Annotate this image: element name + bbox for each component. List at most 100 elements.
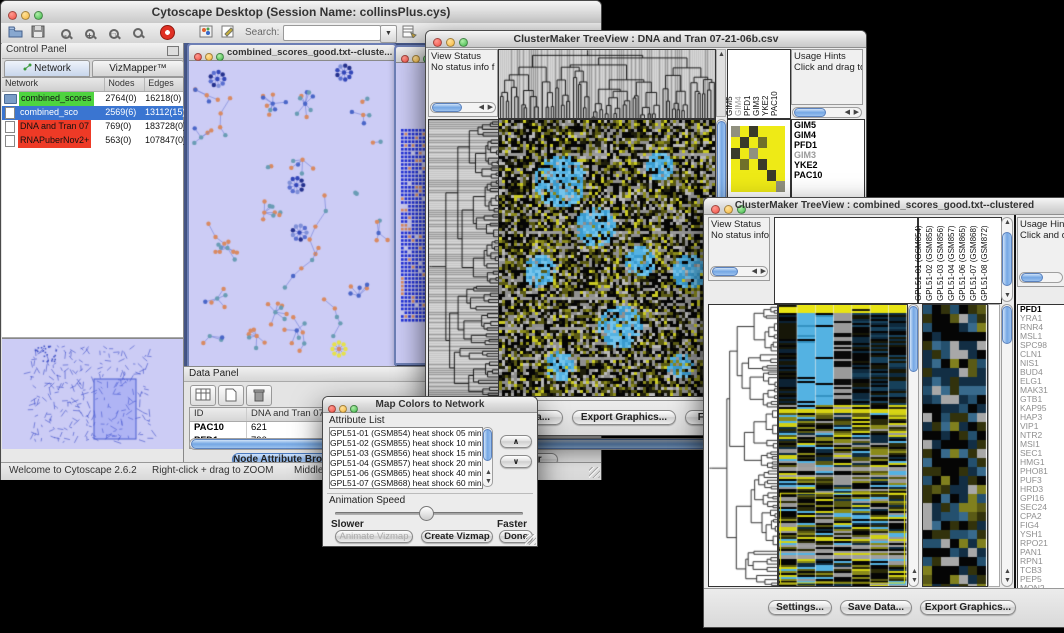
tv1-col-label[interactable]: YKE2 — [761, 96, 770, 116]
main-titlebar[interactable]: Cytoscape Desktop (Session Name: collins… — [1, 1, 601, 24]
network-name: combined_sco — [18, 106, 80, 120]
tv2-gene-list[interactable]: PFD1YRA1RNR4MSL1SPC98CLN1NIS1BUD4ELG1MAK… — [1017, 304, 1064, 589]
tv1-column-dendrogram[interactable] — [498, 49, 716, 119]
network1-titlebar[interactable]: combined_scores_good.txt--cluste... — [189, 45, 395, 61]
tv2-col-label[interactable]: GPL51-02 (GSM855) — [925, 225, 934, 301]
open-session-icon[interactable] — [7, 25, 24, 40]
zoom-out-icon[interactable]: - — [57, 25, 74, 40]
attribute-list-scrollbar[interactable]: ▲ ▼ — [482, 427, 493, 487]
tv1-zoom-cell — [749, 181, 758, 192]
tv1-status-hscrollbar[interactable]: ◀ ▶ — [430, 102, 496, 113]
treeview2-titlebar[interactable]: ClusterMaker TreeView : combined_scores_… — [704, 198, 1064, 215]
attribute-list-item[interactable]: GPL51-07 (GSM868) heat shock 60 min — [330, 478, 482, 488]
tv2-top-vscrollbar[interactable]: ▲ ▼ — [1001, 217, 1013, 302]
tv1-row-label[interactable]: PAC10 — [792, 170, 864, 180]
tv1-row-dendrogram[interactable] — [428, 119, 499, 397]
tv2-col-label[interactable]: GPL51-04 (GSM857) — [947, 225, 956, 301]
minimize-button[interactable] — [412, 55, 420, 63]
attribute-list-item[interactable]: GPL51-04 (GSM857) heat shock 20 min — [330, 458, 482, 468]
desktop: Cytoscape Desktop (Session Name: collins… — [0, 0, 1064, 633]
tv1-heatmap[interactable] — [498, 119, 716, 397]
tv1-row-label[interactable]: GIM4 — [792, 130, 864, 140]
search-input[interactable] — [283, 25, 381, 41]
tv1-col-label[interactable]: PFD1 — [743, 96, 752, 116]
tv2-col-label[interactable]: GPL51-06 (GSM865) — [958, 225, 967, 301]
tv1-zoom-cell — [731, 126, 740, 137]
attribute-select-icon[interactable] — [190, 385, 216, 406]
help-lifering-icon[interactable] — [159, 25, 176, 40]
tv2-save-data-button[interactable]: Save Data... — [840, 600, 912, 615]
treeview1-title: ClusterMaker TreeView : DNA and Tran 07-… — [426, 33, 866, 45]
tv2-list-vscrollbar[interactable]: ▲ ▼ — [1001, 304, 1013, 587]
tv1-col-label[interactable]: PAC10 — [770, 91, 779, 116]
tv2-heatmap[interactable] — [778, 304, 908, 587]
network-table-row[interactable]: RNAPuberNov2+563(0)107847(0) — [2, 134, 183, 148]
float-panel-icon[interactable] — [167, 46, 179, 56]
tv2-column-dendrogram-area[interactable] — [774, 217, 918, 304]
tv2-main-vscrollbar[interactable]: ▲ ▼ — [908, 304, 919, 587]
tv2-col-label[interactable]: GPL51-08 (GSM872) — [980, 225, 989, 301]
zoom-button[interactable] — [216, 53, 224, 61]
treeview1-titlebar[interactable]: ClusterMaker TreeView : DNA and Tran 07-… — [426, 31, 866, 48]
zoom-selected-icon[interactable] — [129, 25, 146, 40]
tv2-hints-hscrollbar[interactable] — [1019, 272, 1063, 283]
network-table-row[interactable]: combined_sco2569(6)13112(15) — [2, 106, 183, 120]
resize-grip[interactable] — [589, 467, 600, 478]
tv2-export-graphics-button[interactable]: Export Graphics... — [920, 600, 1016, 615]
resize-grip[interactable] — [525, 534, 536, 545]
tv1-row-label[interactable]: PFD1 — [792, 140, 864, 150]
document-icon — [5, 107, 15, 119]
create-vizmap-button[interactable]: Create Vizmap — [421, 530, 493, 543]
new-attribute-icon[interactable] — [218, 385, 244, 406]
network-table-row[interactable]: combined_scores2764(0)16218(0) — [2, 92, 183, 106]
tv1-zoom-heatmap[interactable] — [731, 126, 785, 192]
tv2-splitter[interactable] — [988, 304, 1000, 587]
dialog-titlebar[interactable]: Map Colors to Network — [323, 397, 537, 413]
network-table-row[interactable]: DNA and Tran 07769(0)183728(0) — [2, 120, 183, 134]
delete-attribute-icon[interactable] — [246, 385, 272, 406]
tv2-col-label[interactable]: GPL51-03 (GSM856) — [936, 225, 945, 301]
tv1-col-label[interactable]: GIM5 — [725, 96, 734, 116]
attribute-browser-icon[interactable] — [401, 25, 418, 40]
zoom-in-icon[interactable]: + — [81, 25, 98, 40]
tv2-settings-button[interactable]: Settings... — [768, 600, 832, 615]
tv1-zoom-cell — [767, 159, 776, 170]
save-session-icon[interactable] — [29, 25, 46, 40]
close-button[interactable] — [401, 55, 409, 63]
tab-network[interactable]: Network — [4, 60, 90, 77]
tv1-export-graphics-button[interactable]: Export Graphics... — [572, 410, 676, 425]
tv1-row-label[interactable]: GIM5 — [792, 120, 864, 130]
tab-vizmapper[interactable]: VizMapper™ — [92, 60, 184, 77]
network-tree-empty-area — [2, 148, 183, 338]
tv2-zoom-heatmap[interactable] — [922, 304, 988, 587]
network1-canvas[interactable] — [189, 61, 391, 364]
speed-slider-thumb[interactable] — [419, 506, 434, 521]
tv2-row-dendrogram[interactable] — [708, 304, 778, 587]
move-up-button[interactable]: ∧ — [500, 435, 532, 448]
animate-vizmap-button[interactable]: Animate Vizmap — [335, 530, 413, 543]
birdseye-canvas[interactable] — [2, 339, 182, 448]
attribute-list-item[interactable]: GPL51-06 (GSM865) heat shock 40 min — [330, 468, 482, 478]
tv1-hints-hscrollbar[interactable]: ◀ ▶ — [792, 107, 862, 118]
attribute-list-item[interactable]: GPL51-03 (GSM856) heat shock 15 min — [330, 448, 482, 458]
tv1-col-label[interactable]: GIM3 — [752, 96, 761, 116]
vizmapper-icon[interactable] — [197, 25, 214, 40]
tv1-row-label[interactable]: GIM3 — [792, 150, 864, 160]
tv2-col-label[interactable]: GPL51-07 (GSM868) — [969, 225, 978, 301]
move-down-button[interactable]: ∨ — [500, 455, 532, 468]
zoom-fit-icon[interactable]: □ — [105, 25, 122, 40]
tv1-col-label[interactable]: GIM4 — [734, 96, 743, 116]
attribute-list[interactable]: GPL51-01 (GSM854) heat shock 05 minGPL51… — [329, 427, 483, 489]
annotation-icon[interactable] — [219, 25, 236, 40]
tv2-col-label[interactable]: GPL51-01 (GSM854) — [914, 225, 923, 301]
tv1-zoom-cell — [776, 159, 785, 170]
search-dropdown-arrow[interactable]: ▼ — [380, 25, 397, 43]
attribute-list-item[interactable]: GPL51-01 (GSM854) heat shock 05 min — [330, 428, 482, 438]
minimize-button[interactable] — [205, 53, 213, 61]
tv2-status-hscrollbar[interactable]: ◀ ▶ — [710, 266, 768, 277]
attribute-list-item[interactable]: GPL51-02 (GSM855) heat shock 10 min — [330, 438, 482, 448]
attribute-id: PAC10 — [190, 422, 247, 435]
close-button[interactable] — [194, 53, 202, 61]
tv1-row-label[interactable]: YKE2 — [792, 160, 864, 170]
birdseye-view[interactable] — [2, 338, 183, 449]
